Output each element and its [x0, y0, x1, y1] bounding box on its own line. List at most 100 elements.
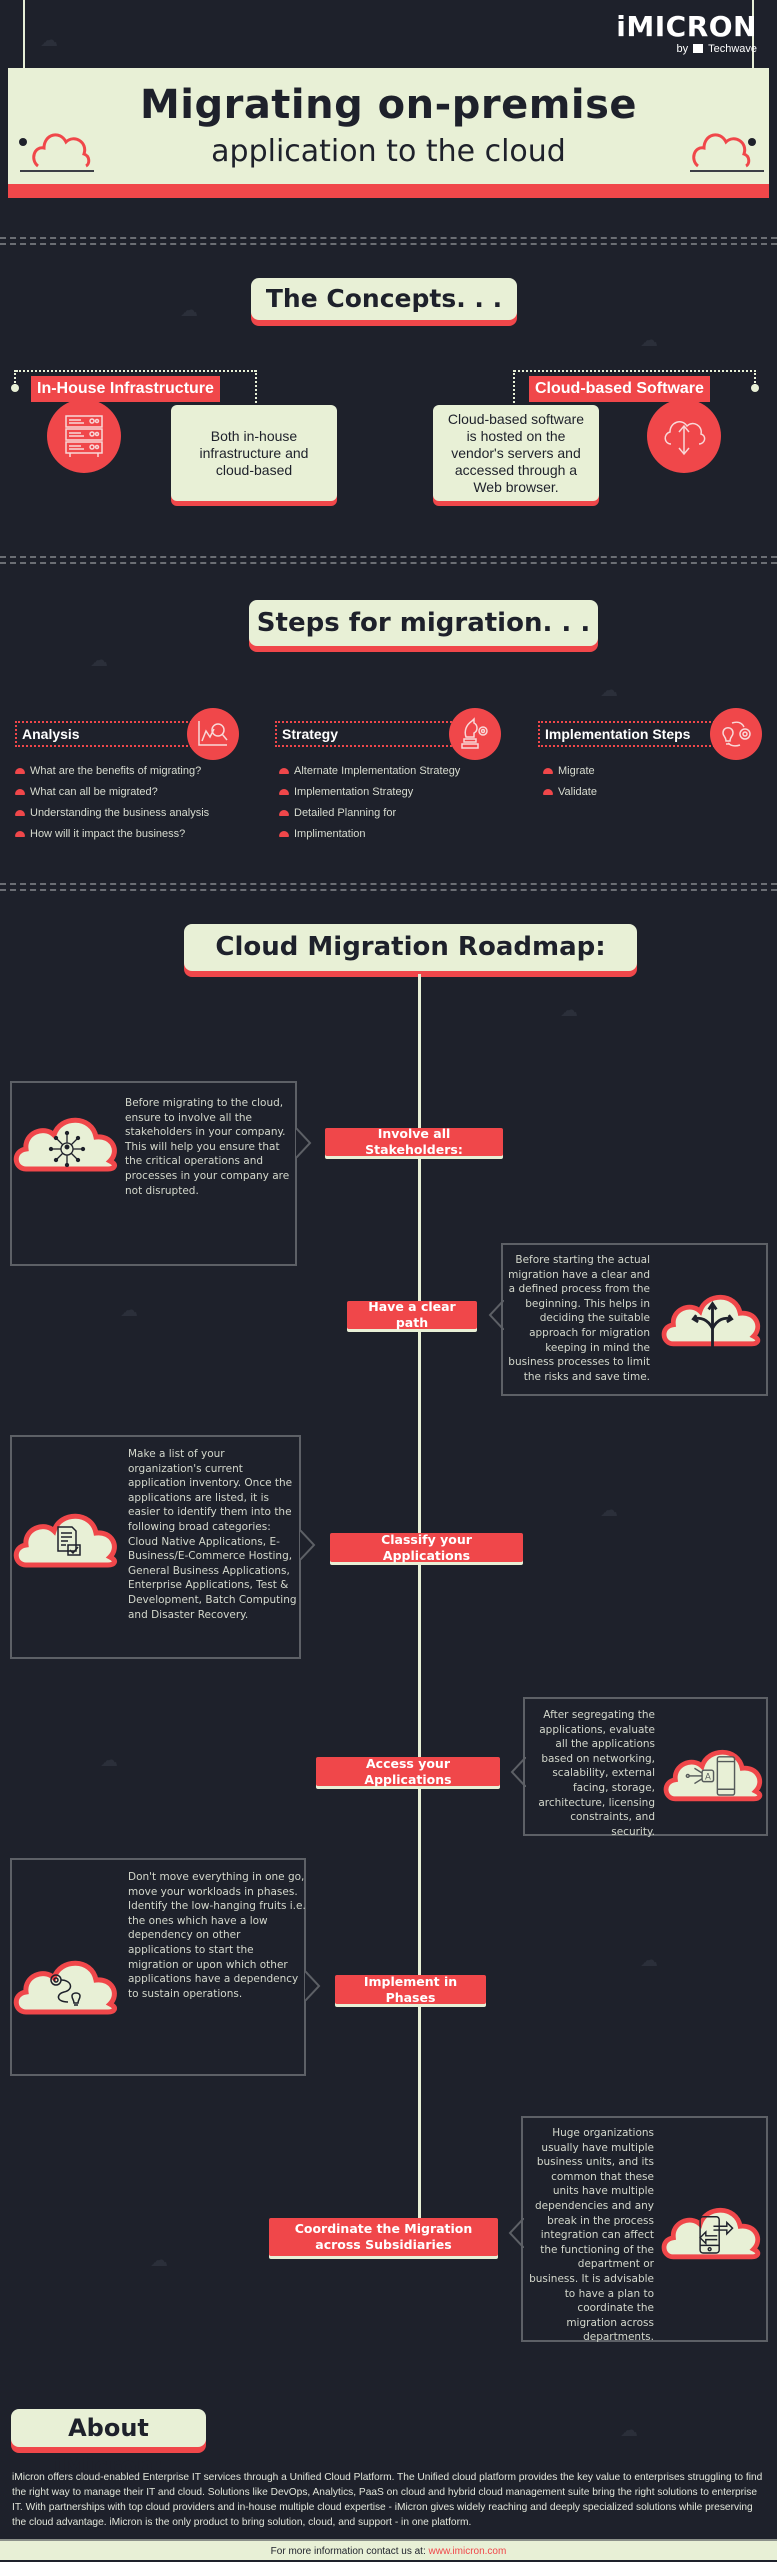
list-item-text: Migrate	[558, 765, 595, 777]
bg-cloud-icon: ☁	[640, 330, 658, 350]
bg-cloud-icon: ☁	[560, 1000, 578, 1020]
concept-card-cloud-based: Cloud-based software is hosted on the ve…	[433, 405, 599, 501]
list-item: Alternate Implementation Strategy	[279, 761, 460, 782]
concepts-heading: The Concepts. . .	[251, 278, 517, 320]
bg-cloud-icon: ☁	[620, 2420, 638, 2440]
footer: For more information contact us at: www.…	[0, 2539, 777, 2560]
list-item: How will it impact the business?	[15, 824, 209, 845]
infographic-page: ☁ ☁ ☁ ☁ ☁ ☁ ☁ ☁ ☁ ☁ ☁ ☁ iMICRON by Techw…	[0, 0, 777, 2560]
techwave-icon	[693, 44, 704, 53]
list-item-text: Understanding the business analysis	[30, 807, 210, 819]
cloud-bullet-icon	[279, 831, 289, 837]
document-checklist-icon	[12, 1503, 122, 1575]
section-divider	[0, 556, 777, 564]
roadmap-text-stakeholders: Before migrating to the cloud, ensure to…	[125, 1097, 290, 1197]
bg-cloud-icon: ☁	[640, 1950, 658, 1970]
roadmap-tag-stakeholders: Involve all Stakeholders:	[325, 1126, 503, 1157]
bg-cloud-icon: ☁	[120, 1300, 138, 1320]
cloud-bullet-icon	[543, 768, 553, 774]
mobile-transfer-arrows-icon	[660, 2196, 765, 2268]
bulb-gear-cycle-icon	[710, 708, 762, 760]
svg-text:A: A	[705, 1773, 711, 1783]
roadmap-heading: Cloud Migration Roadmap:	[184, 924, 637, 971]
cloud-bullet-icon	[279, 810, 289, 816]
roadmap-tag-clear-path: Have a clear path	[347, 1299, 477, 1330]
cloud-bullet-icon	[543, 789, 553, 795]
cloud-bullet-icon	[15, 789, 25, 795]
list-item-text: Validate	[558, 786, 597, 798]
connector-dot	[751, 384, 759, 392]
roadmap-timeline	[418, 974, 421, 2244]
cloud-upload-download-icon	[647, 399, 721, 473]
analysis-chart-magnifier-icon	[187, 708, 239, 760]
mobile-app-settings-icon: A	[662, 1738, 767, 1810]
list-item: What can all be migrated?	[15, 782, 209, 803]
step-column-title-implementation: Implementation Steps	[538, 721, 718, 747]
pointer-notch	[305, 1971, 321, 2001]
list-item-text: Implementation Strategy	[294, 786, 414, 798]
bg-cloud-icon: ☁	[180, 300, 198, 320]
roadmap-tag-phases: Implement in Phases	[335, 1974, 486, 2005]
bg-cloud-icon: ☁	[600, 1500, 618, 1520]
roadmap-tag-classify: Classify your Applications	[330, 1532, 523, 1563]
list-item-text: What are the benefits of migrating?	[30, 765, 202, 777]
bg-cloud-icon: ☁	[150, 2250, 168, 2270]
logo-subtitle: by Techwave	[616, 42, 757, 56]
logo-sub-prefix: by	[676, 43, 689, 55]
strategy-list: Alternate Implementation Strategy Implem…	[279, 761, 460, 845]
step-column-title-strategy: Strategy	[275, 721, 455, 747]
website-link[interactable]: www.imicron.com	[429, 2546, 507, 2557]
implementation-list: Migrate Validate	[543, 761, 597, 803]
about-text: iMicron offers cloud-enabled Enterprise …	[12, 2472, 763, 2528]
list-item-text: How will it impact the business?	[30, 828, 186, 840]
cloud-bullet-icon	[279, 768, 289, 774]
list-item: Migrate	[543, 761, 597, 782]
cloud-bullet-icon	[15, 831, 25, 837]
steps-heading: Steps for migration. . .	[249, 600, 598, 646]
list-item: Validate	[543, 782, 597, 803]
list-item: Implimentation	[279, 824, 460, 845]
connector-line	[514, 370, 756, 372]
roadmap-text-access: After segregating the applications, eval…	[538, 1709, 655, 1838]
page-title: Migrating on-premise	[139, 82, 638, 128]
cloud-bullet-icon	[279, 789, 289, 795]
roadmap-text-classify: Make a list of your organization's curre…	[128, 1448, 297, 1621]
cloud-bullet-icon	[15, 768, 25, 774]
list-item: What are the benefits of migrating?	[15, 761, 209, 782]
pointer-notch	[300, 1530, 316, 1560]
split-arrows-icon	[660, 1283, 765, 1355]
list-item: Detailed Planning for	[279, 803, 460, 824]
brand-logo: iMICRON by Techwave	[616, 12, 757, 56]
gear-path-bulb-icon	[12, 1950, 122, 2022]
bg-cloud-icon: ☁	[40, 30, 58, 50]
section-divider	[0, 237, 777, 245]
roadmap-text-coordinate: Huge organizations usually have multiple…	[529, 2127, 654, 2344]
bg-cloud-icon: ☁	[600, 680, 618, 700]
list-item-text: What can all be migrated?	[30, 786, 158, 798]
roadmap-tag-access: Access your Applications	[316, 1756, 500, 1787]
chess-knight-gear-icon	[449, 708, 501, 760]
page-subtitle: application to the cloud	[211, 134, 566, 169]
roadmap-tag-coordinate: Coordinate the Migration across Subsidia…	[269, 2218, 498, 2256]
connector-line	[255, 370, 257, 410]
bg-cloud-icon: ☁	[100, 1750, 118, 1770]
concept-label-in-house: In-House Infrastructure	[31, 376, 220, 402]
stakeholder-network-icon	[12, 1107, 122, 1179]
bg-cloud-icon: ☁	[90, 650, 108, 670]
list-item: Understanding the business analysis	[15, 803, 209, 824]
connector-line	[513, 370, 515, 410]
logo-text: iMICRON	[616, 10, 757, 43]
section-divider	[0, 883, 777, 891]
concept-card-in-house: Both in-house infrastructure and cloud-b…	[171, 405, 337, 501]
server-rack-icon	[47, 399, 121, 473]
list-item-text: Implimentation	[294, 828, 366, 840]
list-item-text: Detailed Planning for	[294, 807, 397, 819]
cloud-bullet-icon	[15, 810, 25, 816]
pointer-notch	[296, 1128, 312, 1158]
analysis-list: What are the benefits of migrating? What…	[15, 761, 209, 845]
connector-dot	[11, 384, 19, 392]
list-item-text: Alternate Implementation Strategy	[294, 765, 461, 777]
list-item: Implementation Strategy	[279, 782, 460, 803]
step-column-title-analysis: Analysis	[15, 721, 195, 747]
roadmap-text-phases: Don't move everything in one go, move yo…	[128, 1871, 306, 2000]
